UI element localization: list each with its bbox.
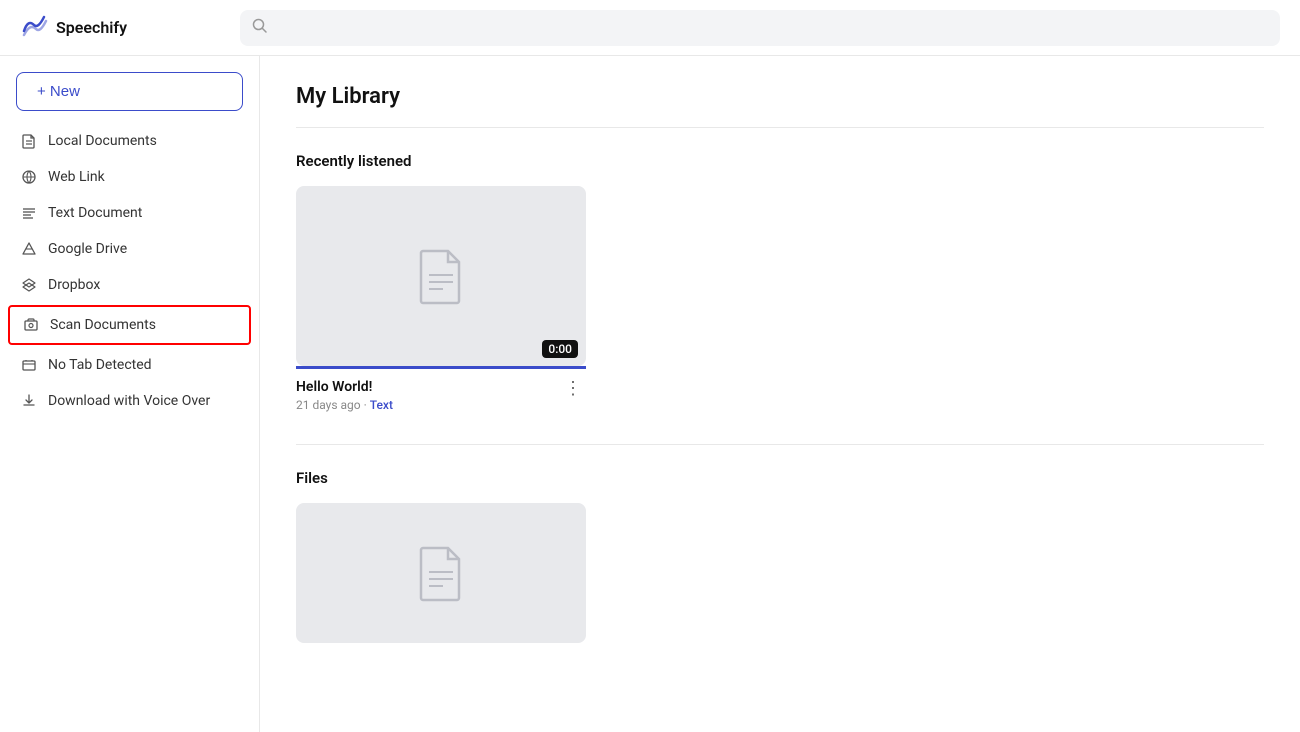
recently-listened-title: Recently listened (296, 152, 1264, 170)
google-drive-label: Google Drive (48, 241, 127, 257)
logo-text: Speechify (56, 18, 127, 37)
no-tab-detected-label: No Tab Detected (48, 357, 152, 373)
file-card-thumbnail (296, 503, 586, 643)
sidebar-item-local-documents[interactable]: Local Documents (0, 123, 259, 159)
sidebar-item-google-drive[interactable]: Google Drive (0, 231, 259, 267)
search-bar[interactable] (240, 10, 1280, 46)
sidebar-item-no-tab-detected[interactable]: No Tab Detected (0, 347, 259, 383)
sidebar-item-download-voice-over[interactable]: Download with Voice Over (0, 383, 259, 419)
recently-listened-section: Recently listened 0:00 (296, 152, 1264, 412)
files-title: Files (296, 469, 1264, 487)
card-meta: 21 days ago · Text (296, 398, 393, 412)
recently-listened-grid: 0:00 Hello World! 21 days ago · Text (296, 186, 1264, 412)
text-document-icon (20, 204, 38, 222)
web-link-label: Web Link (48, 169, 105, 185)
google-drive-icon (20, 240, 38, 258)
card-file-1[interactable] (296, 503, 586, 643)
logo-area: Speechify (20, 11, 220, 45)
time-badge: 0:00 (542, 340, 578, 358)
divider-top (296, 127, 1264, 128)
local-documents-icon (20, 132, 38, 150)
card-text: Hello World! 21 days ago · Text (296, 379, 393, 412)
divider-files (296, 444, 1264, 445)
sidebar-item-dropbox[interactable]: Dropbox (0, 267, 259, 303)
card-thumbnail: 0:00 (296, 186, 586, 366)
dropbox-icon (20, 276, 38, 294)
web-link-icon (20, 168, 38, 186)
main-content: My Library Recently listened (260, 56, 1300, 732)
download-voice-over-label: Download with Voice Over (48, 393, 210, 409)
search-icon (252, 18, 268, 38)
scan-documents-icon (22, 316, 40, 334)
sidebar-item-web-link[interactable]: Web Link (0, 159, 259, 195)
dropbox-label: Dropbox (48, 277, 100, 293)
layout: + New Local Documents Web Link (0, 56, 1300, 732)
card-hello-world[interactable]: 0:00 Hello World! 21 days ago · Text (296, 186, 586, 412)
card-tag: Text (370, 398, 393, 412)
scan-documents-label: Scan Documents (50, 317, 156, 333)
download-voice-over-icon (20, 392, 38, 410)
files-section: Files (296, 469, 1264, 643)
file-doc-placeholder-icon (417, 544, 465, 602)
header: Speechify (0, 0, 1300, 56)
card-date: 21 days ago (296, 398, 361, 412)
text-document-label: Text Document (48, 205, 142, 221)
local-documents-label: Local Documents (48, 133, 157, 149)
search-input[interactable] (276, 20, 1268, 36)
card-more-button[interactable]: ⋮ (560, 379, 586, 397)
card-info: Hello World! 21 days ago · Text ⋮ (296, 379, 586, 412)
speechify-logo-icon (20, 11, 48, 45)
page-title: My Library (296, 84, 1264, 109)
sidebar: + New Local Documents Web Link (0, 56, 260, 732)
progress-bar (296, 366, 586, 369)
no-tab-icon (20, 356, 38, 374)
sidebar-item-text-document[interactable]: Text Document (0, 195, 259, 231)
card-title: Hello World! (296, 379, 393, 395)
files-grid (296, 503, 1264, 643)
doc-placeholder-icon (417, 247, 465, 305)
sidebar-item-scan-documents[interactable]: Scan Documents (8, 305, 251, 345)
new-button[interactable]: + New (16, 72, 243, 111)
